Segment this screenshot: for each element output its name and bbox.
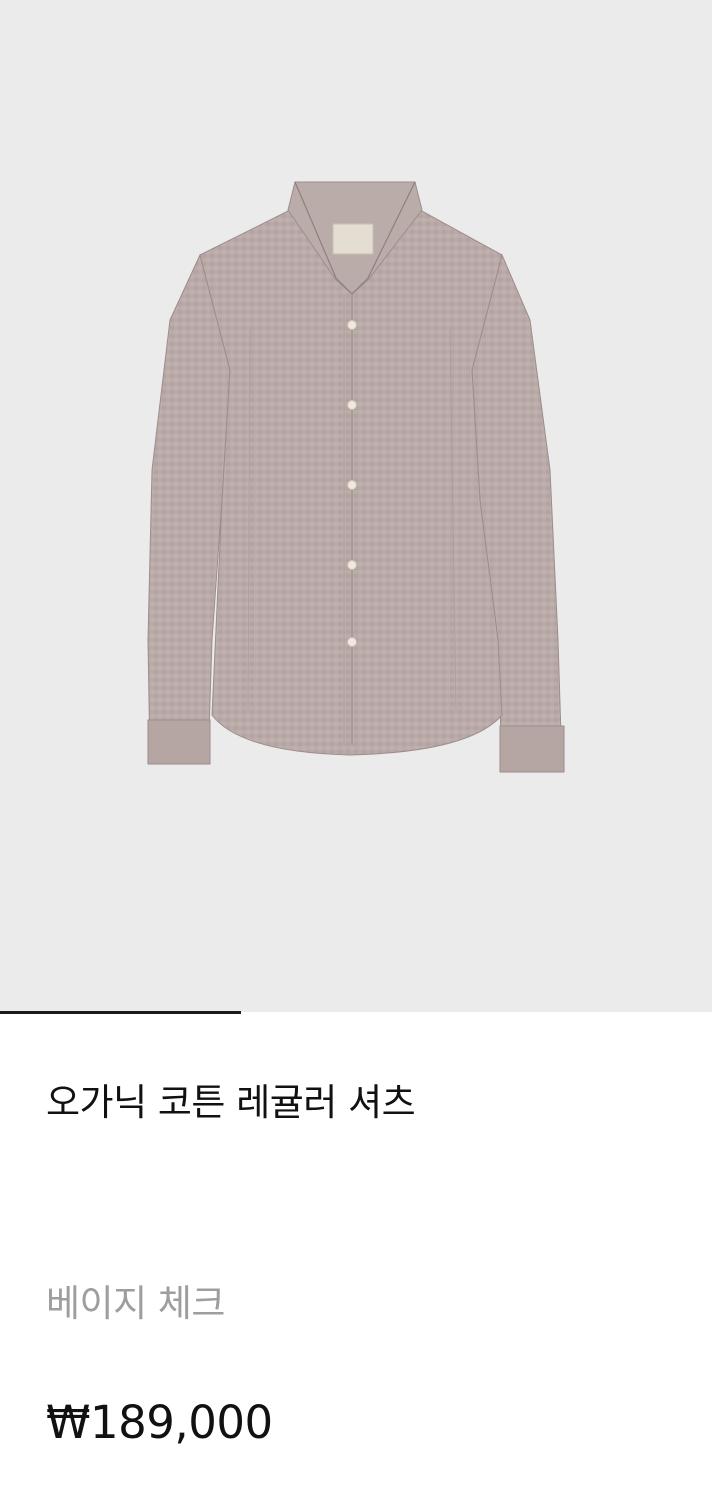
gallery-progress xyxy=(0,1011,724,1014)
product-card[interactable]: 오가닉 코튼 레귤러 셔츠 베이지 체크 ₩189,000 xyxy=(0,0,724,1500)
product-name[interactable]: 오가닉 코튼 레귤러 셔츠 xyxy=(46,1072,416,1126)
product-color: 베이지 체크 xyxy=(46,1282,225,1325)
product-price: ₩189,000 xyxy=(46,1396,273,1449)
shirt-icon xyxy=(147,181,565,773)
product-image[interactable] xyxy=(0,0,712,1012)
gallery-progress-indicator xyxy=(0,1011,242,1014)
